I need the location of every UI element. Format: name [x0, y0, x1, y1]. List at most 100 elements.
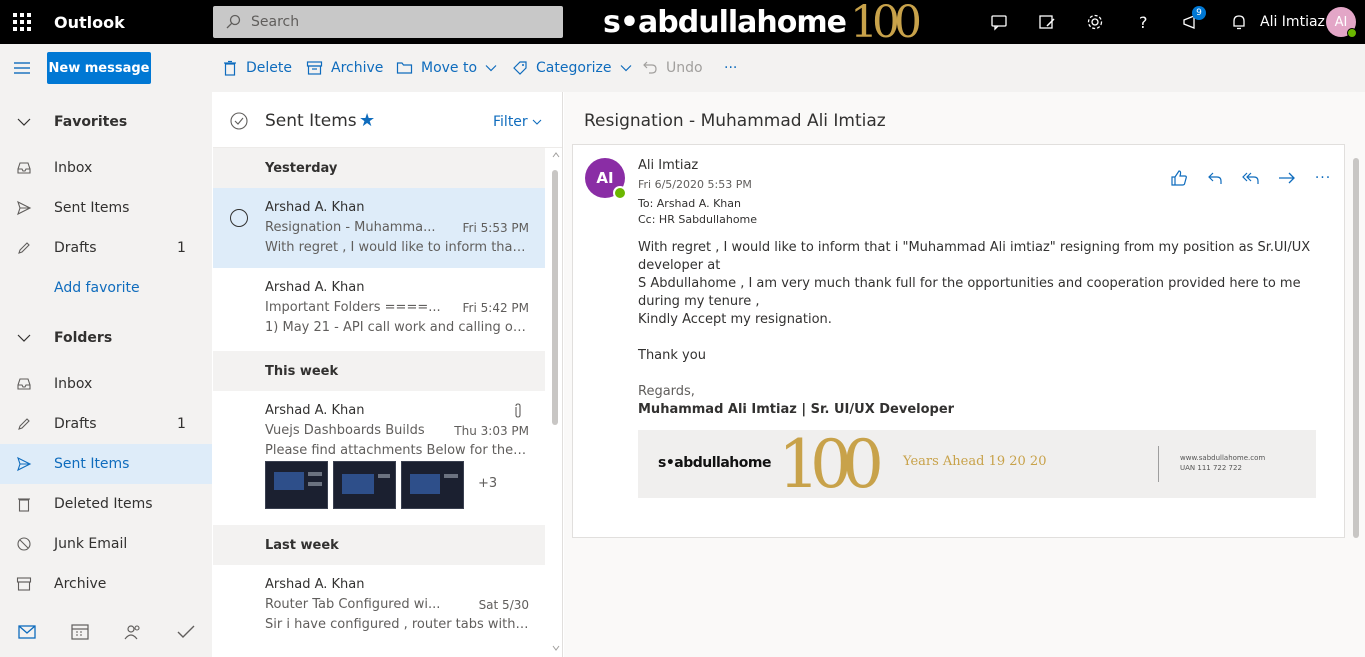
- message-item[interactable]: Arshad A. Khan Resignation - Muhamma... …: [213, 188, 545, 268]
- scrollbar-thumb[interactable]: [552, 170, 558, 425]
- reply-icon: [1208, 172, 1222, 184]
- scrollbar-thumb[interactable]: [1353, 158, 1359, 538]
- delete-button[interactable]: Delete: [222, 56, 292, 80]
- sender-avatar[interactable]: AI: [585, 158, 627, 200]
- folders-header[interactable]: Folders: [0, 318, 212, 358]
- message-item[interactable]: Arshad A. Khan Important Folders ====...…: [213, 268, 545, 348]
- reply-button[interactable]: [1197, 167, 1233, 189]
- help-button[interactable]: ?: [1119, 0, 1167, 44]
- message-item[interactable]: Arshad A. Khan Vuejs Dashboards Builds T…: [213, 391, 545, 521]
- tasks-module-button[interactable]: [159, 608, 212, 656]
- categorize-button[interactable]: Categorize: [512, 56, 640, 80]
- attachment-thumbnail[interactable]: [401, 461, 464, 509]
- sidebar-item-label: Sent Items: [54, 200, 130, 216]
- new-message-button[interactable]: New message: [47, 52, 151, 84]
- archive-button[interactable]: Archive: [306, 56, 383, 80]
- presence-dot: [1347, 28, 1357, 38]
- send-icon: [17, 200, 32, 216]
- command-bar: New message Delete Archive Move to Categ…: [0, 44, 1365, 92]
- add-favorite-link[interactable]: Add favorite: [0, 268, 212, 308]
- sidebar-item-drafts[interactable]: Drafts 1: [0, 404, 212, 444]
- brand-logo: s•abdullahome 100: [603, 0, 922, 48]
- sidebar-item-favorite-drafts[interactable]: Drafts 1: [0, 228, 212, 268]
- collapse-nav-button[interactable]: [12, 60, 32, 80]
- chevron-down-icon: [17, 118, 31, 126]
- sidebar-item-sent[interactable]: Sent Items: [0, 444, 212, 484]
- waffle-icon: [13, 13, 31, 31]
- like-button[interactable]: [1161, 167, 1197, 189]
- user-name[interactable]: Ali Imtiaz: [1260, 14, 1325, 30]
- user-initials: AI: [1334, 14, 1348, 30]
- attachment-thumbnail[interactable]: [265, 461, 328, 509]
- reply-all-button[interactable]: [1233, 167, 1269, 189]
- user-avatar[interactable]: AI: [1326, 7, 1357, 38]
- undo-label: Undo: [666, 60, 703, 76]
- favorites-header[interactable]: Favorites: [0, 102, 212, 142]
- to-recipients[interactable]: To: Arshad A. Khan: [638, 197, 741, 210]
- move-to-button[interactable]: Move to: [396, 56, 505, 80]
- sidebar-item-archive[interactable]: Archive: [0, 564, 212, 604]
- message-sender: Arshad A. Khan: [265, 577, 365, 592]
- more-attachments-count[interactable]: +3: [478, 476, 497, 491]
- message-date: Fri 5:53 PM: [462, 221, 529, 235]
- calendar-icon: [70, 624, 89, 640]
- notifications-button[interactable]: [1215, 0, 1263, 44]
- scroll-down-icon[interactable]: [552, 645, 560, 651]
- tag-icon: [513, 61, 527, 75]
- app-name[interactable]: Outlook: [54, 13, 212, 32]
- select-radio[interactable]: [230, 209, 248, 227]
- folder-title: Sent Items: [265, 111, 357, 131]
- undo-button[interactable]: Undo: [642, 56, 703, 80]
- forward-button[interactable]: [1269, 167, 1305, 189]
- more-options-icon: ···: [1314, 170, 1332, 186]
- message-date: Sat 5/30: [478, 598, 529, 612]
- sidebar-item-junk[interactable]: Junk Email: [0, 524, 212, 564]
- forward-icon: [1279, 172, 1295, 184]
- scroll-up-icon[interactable]: [552, 152, 560, 158]
- people-module-button[interactable]: [106, 608, 159, 656]
- module-switcher: [0, 608, 212, 656]
- sidebar-item-deleted[interactable]: Deleted Items: [0, 484, 212, 524]
- more-actions-button[interactable]: ···: [724, 56, 737, 80]
- message-list-header: Sent Items ★ Filter: [213, 92, 562, 148]
- attachment-icon: [515, 403, 521, 418]
- sidebar-item-favorite-inbox[interactable]: Inbox: [0, 148, 212, 188]
- calendar-module-button[interactable]: [53, 608, 106, 656]
- mail-module-button[interactable]: [0, 608, 53, 656]
- select-all-icon[interactable]: [230, 112, 248, 130]
- settings-button[interactable]: [1071, 0, 1119, 44]
- filter-label: Filter: [493, 114, 528, 130]
- message-list-scrollbar[interactable]: [549, 148, 562, 657]
- calendar-edit-icon: [1039, 15, 1055, 29]
- search-box[interactable]: Search: [213, 6, 563, 38]
- trash-icon: [18, 498, 30, 512]
- sidebar-item-inbox[interactable]: Inbox: [0, 364, 212, 404]
- message-date: Fri 5:42 PM: [462, 301, 529, 315]
- brand-logo-text: s•abdullahome: [603, 4, 847, 40]
- sidebar-item-label: Deleted Items: [54, 496, 153, 512]
- message-sender: Arshad A. Khan: [265, 280, 365, 295]
- app-launcher-button[interactable]: [0, 0, 44, 44]
- filter-button[interactable]: Filter: [493, 114, 542, 130]
- my-day-button[interactable]: [1023, 0, 1071, 44]
- reply-all-icon: [1242, 172, 1259, 184]
- whats-new-button[interactable]: 9: [1167, 0, 1215, 44]
- help-icon: ?: [1139, 13, 1148, 31]
- sender-name[interactable]: Ali Imtiaz: [638, 158, 698, 173]
- reading-pane-scrollbar[interactable]: [1349, 148, 1365, 657]
- favorite-star-icon[interactable]: ★: [359, 110, 375, 131]
- attachment-thumbnail[interactable]: [333, 461, 396, 509]
- more-options-button[interactable]: ···: [1305, 167, 1341, 189]
- cc-recipients[interactable]: Cc: HR Sabdullahome: [638, 213, 757, 226]
- categorize-label: Categorize: [536, 60, 612, 76]
- svg-text:?: ?: [1139, 13, 1148, 31]
- signature-divider: [1158, 446, 1159, 482]
- sidebar-item-favorite-sent[interactable]: Sent Items: [0, 188, 212, 228]
- chevron-down-icon: [485, 65, 497, 72]
- search-placeholder: Search: [251, 14, 300, 30]
- signature-uan: UAN 111 722 722: [1180, 464, 1242, 472]
- teams-chat-button[interactable]: [975, 0, 1023, 44]
- undo-icon: [643, 61, 657, 74]
- trash-icon: [224, 60, 236, 76]
- message-item[interactable]: Arshad A. Khan Router Tab Configured wi.…: [213, 565, 545, 645]
